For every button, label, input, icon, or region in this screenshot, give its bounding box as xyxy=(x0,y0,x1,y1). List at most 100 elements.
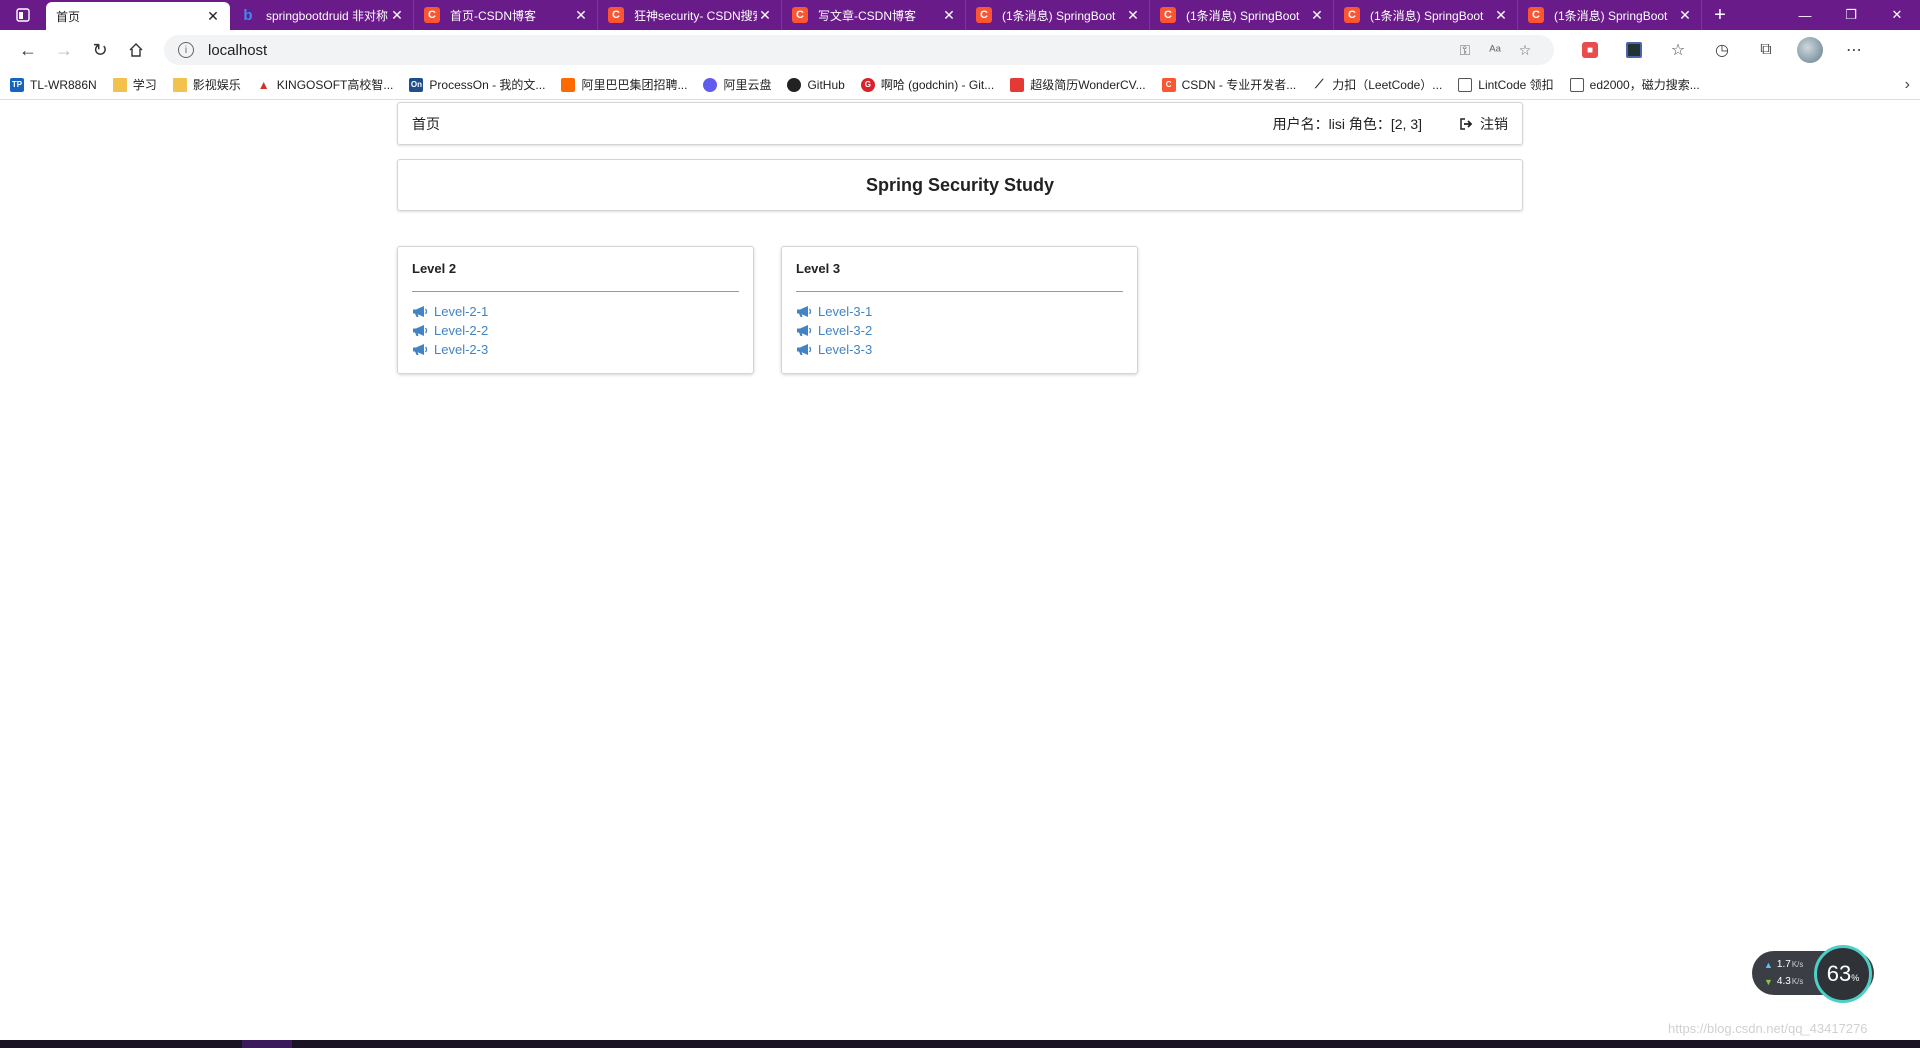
level-link[interactable]: Level-3-3 xyxy=(796,340,1123,359)
restore-button[interactable]: ❐ xyxy=(1828,0,1874,30)
bookmark-5[interactable]: 阿里巴巴集团招聘... xyxy=(561,76,687,93)
bookmark-8[interactable]: G 啊哈 (godchin) - Git... xyxy=(860,76,994,93)
level-link-label[interactable]: Level-2-1 xyxy=(434,304,488,319)
level-link-label[interactable]: Level-3-1 xyxy=(818,304,872,319)
extension-red-icon: ■ xyxy=(1582,42,1598,58)
download-arrow-icon: ▼ xyxy=(1764,976,1773,987)
history-button[interactable]: ◷ xyxy=(1700,34,1744,66)
g-icon: G xyxy=(860,77,875,92)
address-url[interactable]: localhost xyxy=(208,42,1450,59)
back-button[interactable]: ← xyxy=(10,34,46,66)
extension-dark-button[interactable] xyxy=(1612,34,1656,66)
tab-4[interactable]: C 写文章-CSDN博客 ✕ xyxy=(782,0,966,30)
tab-0[interactable]: 首页 ✕ xyxy=(46,2,1012,580)
bookmark-4[interactable]: On ProcessOn - 我的文... xyxy=(409,76,545,93)
bookmark-12[interactable]: LintCode 领扣 xyxy=(1458,76,1554,93)
ali-icon xyxy=(561,77,576,92)
bookmark-3[interactable]: ▲ KINGOSOFT高校智... xyxy=(257,76,394,93)
forward-button[interactable]: → xyxy=(46,34,82,66)
level-link-label[interactable]: Level-3-2 xyxy=(818,323,872,338)
bookmark-0[interactable]: TP TL-WR886N xyxy=(10,77,97,92)
plus-icon: + xyxy=(1714,3,1726,26)
bing-icon: b xyxy=(243,6,253,24)
logout-link[interactable]: 注销 xyxy=(1460,114,1508,134)
memory-gauge: 63 % xyxy=(1814,945,1872,1003)
new-tab-button[interactable]: + xyxy=(1702,0,1738,30)
level-link-label[interactable]: Level-2-2 xyxy=(434,323,488,338)
tab-actions-icon xyxy=(16,8,30,22)
gauge-unit: % xyxy=(1851,973,1860,983)
bookmark-13[interactable]: ed2000，磁力搜索... xyxy=(1569,76,1700,93)
level-link[interactable]: Level-2-3 xyxy=(412,340,739,359)
level-link-label[interactable]: Level-2-3 xyxy=(434,342,488,357)
add-favorite-icon[interactable]: ☆ xyxy=(1510,42,1540,59)
tab-8[interactable]: C (1条消息) SpringBoot ✕ xyxy=(1518,0,1702,30)
bullhorn-icon xyxy=(412,343,434,356)
bookmark-label: 阿里云盘 xyxy=(723,78,772,92)
close-tab-icon[interactable]: ✕ xyxy=(1493,7,1509,24)
bookmark-10[interactable]: C CSDN - 专业开发者... xyxy=(1161,76,1297,93)
window-controls: — ❐ ✕ xyxy=(1782,0,1920,30)
avatar xyxy=(1797,37,1823,63)
home-link[interactable]: 首页 xyxy=(412,114,440,134)
bookmarks-more-button[interactable]: › xyxy=(1905,76,1910,94)
bookmark-label: 阿里巴巴集团招聘... xyxy=(581,78,688,92)
minimize-button[interactable]: — xyxy=(1782,0,1828,30)
tab-bar: 首页 ✕ b springbootdruid 非对称 ✕ C 首页-CSDN博客 ✕ C 狂神se… xyxy=(0,0,1920,580)
tab-5[interactable]: C (1条消息) SpringBoot ✕ xyxy=(966,0,1150,30)
bookmark-6[interactable]: 阿里云盘 xyxy=(703,76,771,93)
level-link[interactable]: Level-2-1 xyxy=(412,302,739,321)
bookmark-2[interactable]: 影视娱乐 xyxy=(172,76,241,93)
close-tab-icon[interactable]: ✕ xyxy=(757,7,773,24)
arrow-right-icon: → xyxy=(55,39,73,60)
favorites-icon: ☆ xyxy=(1670,42,1686,59)
more-icon: ⋯ xyxy=(1846,42,1862,59)
tab-2[interactable]: C 首页-CSDN博客 ✕ xyxy=(414,0,598,30)
close-tab-icon[interactable]: ✕ xyxy=(1309,7,1325,24)
close-tab-icon[interactable]: ✕ xyxy=(941,7,957,24)
home-icon xyxy=(129,43,143,57)
tab-1[interactable]: b springbootdruid 非对称 ✕ xyxy=(230,0,414,30)
home-button[interactable] xyxy=(118,34,154,66)
bookmark-label: ProcessOn - 我的文... xyxy=(429,78,546,92)
folder-icon xyxy=(112,77,127,92)
close-tab-icon[interactable]: ✕ xyxy=(389,7,405,24)
menu-button[interactable]: ⋯ xyxy=(1832,34,1876,66)
collections-button[interactable]: ⧉ xyxy=(1744,34,1788,66)
profile-button[interactable] xyxy=(1788,34,1832,66)
level-card-1: Level 3 Level-3-1 Level-3-2 Level-3-3 xyxy=(781,246,1138,374)
level-link[interactable]: Level-3-2 xyxy=(796,321,1123,340)
close-tab-icon[interactable]: ✕ xyxy=(573,7,589,24)
bookmark-7[interactable]: GitHub xyxy=(787,77,845,92)
tab-3[interactable]: C 狂神security- CSDN搜索 ✕ xyxy=(598,0,782,30)
extension-red-button[interactable]: ■ xyxy=(1568,34,1612,66)
favorites-button[interactable]: ☆ xyxy=(1656,34,1700,66)
bookmark-label: 影视娱乐 xyxy=(192,78,241,92)
level-link-label[interactable]: Level-3-3 xyxy=(818,342,872,357)
address-bar[interactable]: i localhost ⚿ ᴬᵃ ☆ xyxy=(164,35,1554,65)
taskbar xyxy=(0,1040,1920,1048)
key-icon[interactable]: ⚿ xyxy=(1450,42,1480,59)
tab-title: 首页 xyxy=(56,9,81,24)
card-divider xyxy=(412,291,739,292)
close-tab-icon[interactable]: ✕ xyxy=(1125,7,1141,24)
bookmark-1[interactable]: 学习 xyxy=(112,76,157,93)
level-link[interactable]: Level-2-2 xyxy=(412,321,739,340)
network-monitor-widget[interactable]: ▲ 1.7 K/s ▼ 4.3 K/s 63 % xyxy=(1752,945,1874,1003)
collections-icon: ⧉ xyxy=(1760,41,1772,58)
tab-6[interactable]: C (1条消息) SpringBoot ✕ xyxy=(1150,0,1334,30)
extension-dark-icon xyxy=(1626,42,1642,58)
bookmark-label: CSDN - 专业开发者... xyxy=(1181,78,1297,92)
tab-actions-button[interactable] xyxy=(0,0,46,30)
close-tab-icon[interactable]: ✕ xyxy=(205,8,221,25)
site-info-icon[interactable]: i xyxy=(178,42,194,58)
bookmark-9[interactable]: 超级简历WonderCV... xyxy=(1010,76,1146,93)
close-window-button[interactable]: ✕ xyxy=(1874,0,1920,30)
level-link[interactable]: Level-3-1 xyxy=(796,302,1123,321)
taskbar-accent xyxy=(242,1040,292,1048)
read-aloud-icon[interactable]: ᴬᵃ xyxy=(1480,42,1510,58)
tab-7[interactable]: C (1条消息) SpringBoot ✕ xyxy=(1334,0,1518,30)
close-tab-icon[interactable]: ✕ xyxy=(1677,7,1693,24)
refresh-button[interactable]: ↻ xyxy=(82,34,118,66)
bookmark-11[interactable]: ⟋ 力扣（LeetCode）... xyxy=(1312,76,1442,93)
